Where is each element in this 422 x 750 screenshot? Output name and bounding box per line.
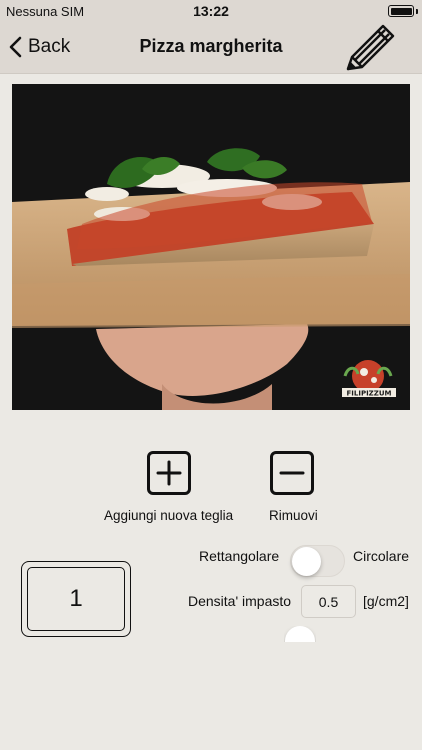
shape-toggle[interactable] bbox=[290, 545, 345, 577]
tray-count: 1 bbox=[27, 567, 125, 631]
partial-toggle-knob[interactable] bbox=[284, 626, 316, 642]
toggle-knob bbox=[292, 547, 321, 576]
density-unit: [g/cm2] bbox=[363, 593, 409, 609]
shape-circular-label: Circolare bbox=[353, 548, 410, 564]
pizza-photo: FILIPIZZUM bbox=[12, 84, 410, 410]
clock-text: 13:22 bbox=[193, 3, 229, 19]
shape-rectangular-label: Rettangolare bbox=[199, 548, 280, 564]
add-tray-button[interactable] bbox=[147, 451, 191, 495]
watermark-text: FILIPIZZUM bbox=[347, 390, 392, 398]
navigation-bar: Back Pizza margherita bbox=[0, 22, 422, 74]
pencil-icon[interactable] bbox=[342, 22, 396, 74]
density-label: Densita' impasto bbox=[188, 593, 292, 609]
remove-tray-button[interactable] bbox=[270, 451, 314, 495]
battery-icon bbox=[388, 5, 414, 17]
battery-tip bbox=[416, 9, 418, 14]
density-input[interactable] bbox=[301, 585, 356, 618]
tray-card[interactable]: 1 bbox=[21, 561, 131, 637]
add-tray-label: Aggiungi nuova teglia bbox=[104, 508, 234, 523]
remove-tray-label: Rimuovi bbox=[269, 508, 318, 523]
status-bar: Nessuna SIM 13:22 bbox=[0, 0, 422, 22]
